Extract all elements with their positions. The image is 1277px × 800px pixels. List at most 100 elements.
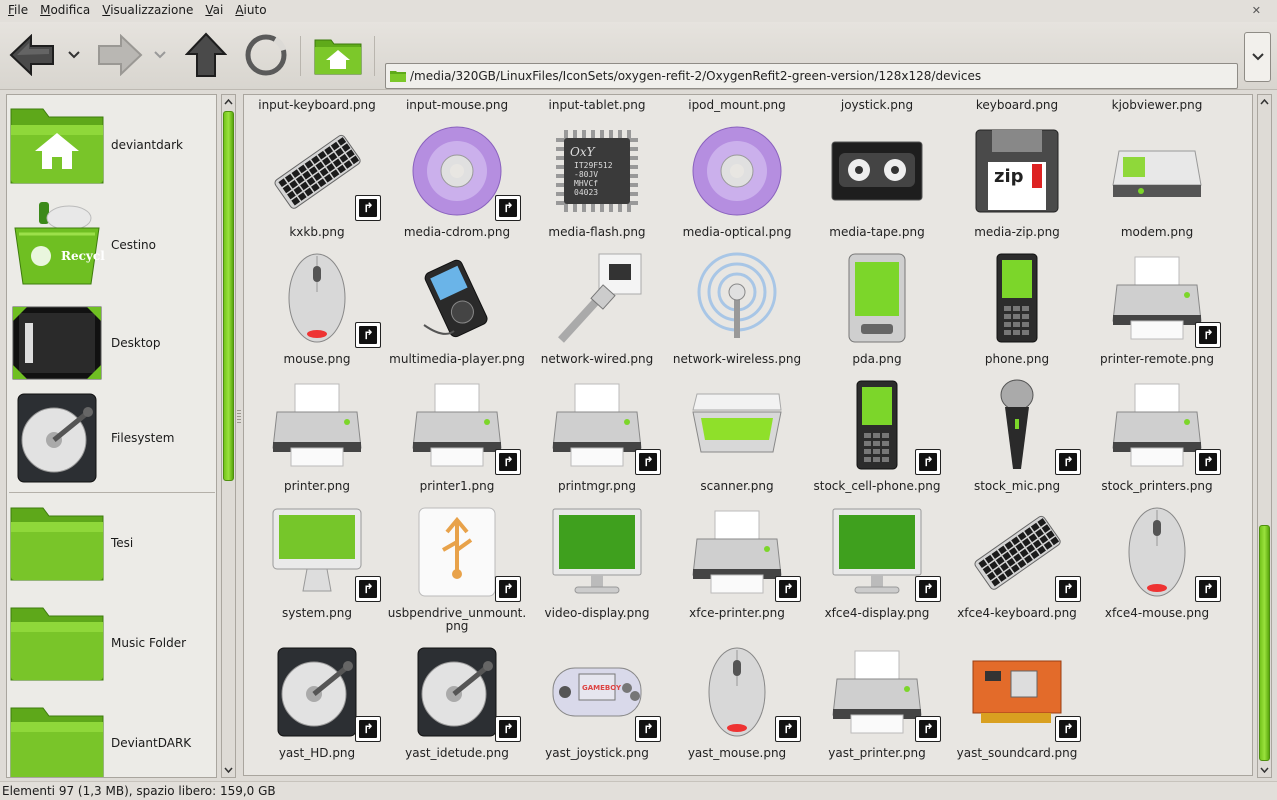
- file-item[interactable]: ↱ xfce4-keyboard.png: [947, 506, 1087, 626]
- sidebar-scroll-thumb[interactable]: [223, 111, 234, 481]
- place-folder-deviantdark[interactable]: DeviantDARK: [7, 693, 216, 777]
- scroll-up-arrow-icon[interactable]: [1258, 95, 1271, 109]
- file-item[interactable]: zip media-zip.png: [947, 125, 1087, 245]
- file-label-partial[interactable]: keyboard.png: [947, 98, 1087, 112]
- svg-text:GAMEBOY: GAMEBOY: [582, 684, 622, 692]
- pane-resize-grip[interactable]: [237, 410, 241, 424]
- file-view-scroll-thumb[interactable]: [1259, 525, 1270, 761]
- file-item[interactable]: ↱ usbpendrive_unmount.png: [387, 506, 527, 633]
- file-label-partial[interactable]: input-keyboard.png: [247, 98, 387, 112]
- file-item[interactable]: ↱ xfce4-display.png: [807, 506, 947, 626]
- place-trash[interactable]: Recycle Cestino: [7, 195, 216, 295]
- file-item[interactable]: ↱ mouse.png: [247, 252, 387, 372]
- up-button[interactable]: [182, 32, 230, 78]
- back-history-dropdown[interactable]: [64, 32, 84, 78]
- file-item[interactable]: scanner.png: [667, 379, 807, 499]
- menu-visualizzazione[interactable]: Visualizzazione: [96, 0, 199, 22]
- svg-text:Recycle: Recycle: [61, 249, 105, 263]
- soundcard-icon: [971, 646, 1063, 738]
- forward-button[interactable]: [96, 32, 144, 78]
- file-name: mouse.png: [283, 352, 351, 366]
- modem-icon: [1111, 125, 1203, 217]
- file-item[interactable]: phone.png: [947, 252, 1087, 372]
- file-item[interactable]: ↱ system.png: [247, 506, 387, 626]
- file-item[interactable]: ↱ stock_cell-phone.png: [807, 379, 947, 499]
- symlink-badge-icon: ↱: [635, 449, 661, 475]
- file-item[interactable]: multimedia-player.png: [387, 252, 527, 372]
- symlink-badge-icon: ↱: [495, 716, 521, 742]
- file-label-partial[interactable]: input-mouse.png: [387, 98, 527, 112]
- toolbar: /media/320GB/LinuxFiles/IconSets/oxygen-…: [0, 22, 1277, 90]
- file-item[interactable]: ↱ printer1.png: [387, 379, 527, 499]
- folder-icon: [9, 495, 105, 591]
- mouse-icon: [691, 646, 783, 738]
- chevron-down-icon: [154, 51, 166, 59]
- symlink-badge-icon: ↱: [355, 576, 381, 602]
- file-item[interactable]: ↱ xfce-printer.png: [667, 506, 807, 626]
- file-name: media-zip.png: [974, 225, 1060, 239]
- symlink-badge-icon: ↱: [915, 576, 941, 602]
- file-item[interactable]: ↱ xfce4-mouse.png: [1087, 506, 1227, 626]
- menu-file[interactable]: File: [2, 0, 34, 22]
- file-name: usbpendrive_unmount.png: [387, 606, 527, 633]
- file-item[interactable]: ↱ yast_HD.png: [247, 646, 387, 766]
- place-folder-tesi[interactable]: Tesi: [7, 493, 216, 593]
- home-button[interactable]: [310, 32, 366, 78]
- harddisk-icon: [271, 646, 363, 738]
- file-view-scrollbar[interactable]: [1257, 94, 1272, 778]
- file-item[interactable]: OxY IT29F512 -80JV MHVCf 04023 media-flash.pn…: [527, 125, 667, 245]
- menu-aiuto[interactable]: Aiuto: [229, 0, 272, 22]
- file-item[interactable]: network-wired.png: [527, 252, 667, 372]
- file-item[interactable]: ↱ yast_soundcard.png: [947, 646, 1087, 766]
- file-label-partial[interactable]: joystick.png: [807, 98, 947, 112]
- file-item[interactable]: network-wireless.png: [667, 252, 807, 372]
- file-item[interactable]: modem.png: [1087, 125, 1227, 245]
- back-button[interactable]: [8, 32, 56, 78]
- sidebar-scrollbar[interactable]: [221, 94, 236, 778]
- menu-modifica[interactable]: Modifica: [34, 0, 96, 22]
- file-item[interactable]: media-tape.png: [807, 125, 947, 245]
- place-folder-music[interactable]: Music Folder: [7, 593, 216, 693]
- file-item[interactable]: ↱ printer-remote.png: [1087, 252, 1227, 372]
- file-label-partial[interactable]: ipod_mount.png: [667, 98, 807, 112]
- file-item[interactable]: media-optical.png: [667, 125, 807, 245]
- place-filesystem[interactable]: Filesystem: [7, 388, 216, 488]
- location-bar[interactable]: /media/320GB/LinuxFiles/IconSets/oxygen-…: [385, 63, 1238, 89]
- symlink-badge-icon: ↱: [495, 195, 521, 221]
- file-item[interactable]: ↱ stock_mic.png: [947, 379, 1087, 499]
- file-item[interactable]: ↱ media-cdrom.png: [387, 125, 527, 245]
- file-item[interactable]: ↱ yast_mouse.png: [667, 646, 807, 766]
- file-item[interactable]: ↱ printmgr.png: [527, 379, 667, 499]
- file-item[interactable]: ↱ yast_idetude.png: [387, 646, 527, 766]
- place-label: Music Folder: [111, 636, 187, 650]
- network-wireless-icon: [691, 252, 783, 344]
- symlink-badge-icon: ↱: [915, 716, 941, 742]
- printer-icon: [691, 506, 783, 598]
- location-dropdown-button[interactable]: [1244, 32, 1271, 82]
- mouse-icon: [271, 252, 363, 344]
- file-label-partial[interactable]: input-tablet.png: [527, 98, 667, 112]
- forward-history-dropdown[interactable]: [150, 32, 170, 78]
- optical-disc-icon: [691, 125, 783, 217]
- file-item[interactable]: GAMEBOY ↱ yast_joystick.png: [527, 646, 667, 766]
- file-item[interactable]: ↱ yast_printer.png: [807, 646, 947, 766]
- svg-text:04023: 04023: [574, 188, 598, 197]
- place-desktop[interactable]: Desktop: [7, 293, 216, 393]
- reload-button[interactable]: [240, 32, 292, 78]
- file-name: video-display.png: [544, 606, 650, 620]
- file-name: kxkb.png: [289, 225, 345, 239]
- place-home[interactable]: deviantdark: [7, 95, 216, 195]
- file-item[interactable]: ↱ stock_printers.png: [1087, 379, 1227, 499]
- home-folder-icon: [9, 97, 105, 193]
- file-item[interactable]: ↱ kxkb.png: [247, 125, 387, 245]
- file-name: yast_soundcard.png: [956, 746, 1078, 760]
- file-label-partial[interactable]: kjobviewer.png: [1087, 98, 1227, 112]
- scroll-down-arrow-icon[interactable]: [1258, 763, 1271, 777]
- menu-vai[interactable]: Vai: [199, 0, 229, 22]
- file-item[interactable]: pda.png: [807, 252, 947, 372]
- scroll-up-arrow-icon[interactable]: [222, 95, 235, 109]
- scroll-down-arrow-icon[interactable]: [222, 763, 235, 777]
- file-item[interactable]: printer.png: [247, 379, 387, 499]
- file-item[interactable]: video-display.png: [527, 506, 667, 626]
- window-close-icon[interactable]: ✕: [1252, 4, 1261, 17]
